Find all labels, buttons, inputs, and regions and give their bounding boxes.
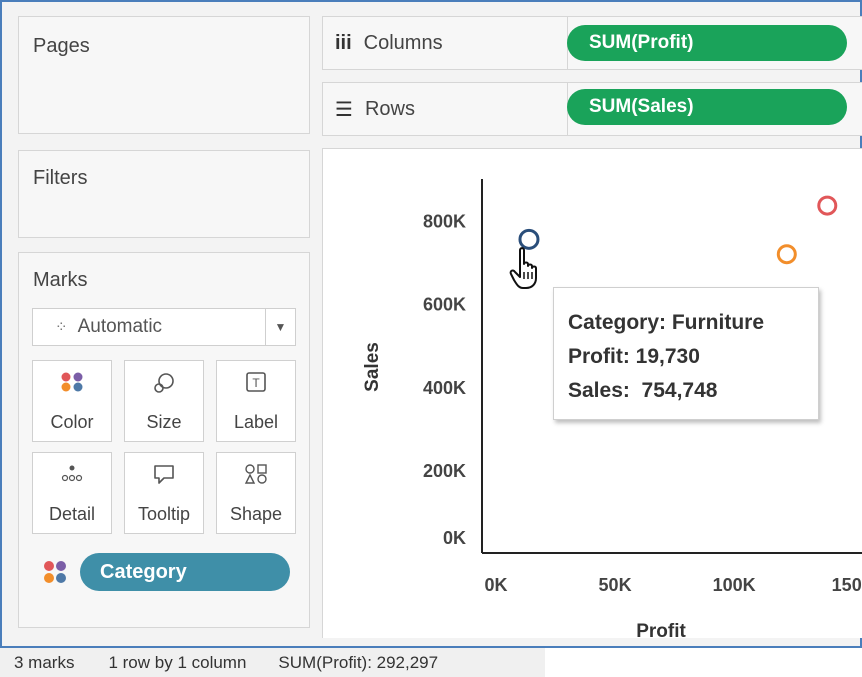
detail-button[interactable]: Detail <box>32 452 112 534</box>
scatter-point <box>817 195 838 216</box>
columns-shelf-label: iii Columns <box>335 17 443 69</box>
category-color-pill[interactable]: Category <box>80 553 290 591</box>
tooltip-sales: Sales: 754,748 <box>568 379 718 402</box>
x-tick-label: 100K <box>713 575 756 595</box>
mark-tooltip: Category: Furniture Profit: 19,730 Sales… <box>553 287 819 420</box>
y-axis-title: Sales <box>362 342 383 392</box>
automatic-icon: ⁘ <box>55 319 68 336</box>
chevron-down-icon[interactable]: ▼ <box>265 309 295 345</box>
y-tick-label: 0K <box>443 528 466 548</box>
y-tick-label: 200K <box>423 461 466 481</box>
size-icon <box>154 373 174 393</box>
scatter-point <box>776 244 797 265</box>
pages-title: Pages <box>33 35 90 57</box>
x-tick-label: 0K <box>484 575 507 595</box>
shape-label: Shape <box>229 504 283 524</box>
filters-title: Filters <box>33 167 88 189</box>
label-button[interactable]: T Label <box>216 360 296 442</box>
rows-shelf-label: ☰ Rows <box>335 83 415 135</box>
pages-card[interactable]: Pages <box>18 16 310 134</box>
columns-label: Columns <box>363 31 443 54</box>
tooltip-icon <box>154 465 174 484</box>
mark-type-value: Automatic <box>77 316 163 337</box>
label-label: Label <box>233 412 279 432</box>
y-tick-label: 600K <box>423 295 466 315</box>
workspace-frame: Pages Filters Marks iii Columns SUM(Prof… <box>0 0 862 648</box>
hand-cursor-icon <box>509 247 537 289</box>
marks-title: Marks <box>33 269 88 291</box>
color-icon <box>61 372 83 392</box>
status-rows-columns: 1 row by 1 column <box>108 652 247 672</box>
status-sum-profit: SUM(Profit): 292,297 <box>278 652 439 672</box>
shape-button[interactable]: Shape <box>216 452 296 534</box>
color-button[interactable]: Color <box>32 360 112 442</box>
color-encoding-icon <box>44 561 66 583</box>
label-icon: T <box>246 372 266 392</box>
y-tick-label: 800K <box>423 212 466 232</box>
rows-label: Rows <box>364 97 415 120</box>
x-tick-label: 50K <box>599 575 632 595</box>
size-label: Size <box>146 412 182 432</box>
rows-icon: ☰ <box>335 98 353 121</box>
tooltip-button[interactable]: Tooltip <box>124 452 204 534</box>
status-bar: 3 marks 1 row by 1 column SUM(Profit): 2… <box>0 648 545 677</box>
shape-icon <box>244 464 267 484</box>
size-button[interactable]: Size <box>124 360 204 442</box>
rows-pill-sum-sales[interactable]: SUM(Sales) <box>567 89 847 125</box>
tooltip-category: Category: Furniture <box>568 311 765 334</box>
x-tick-label: 150K <box>832 575 862 595</box>
tooltip-label: Tooltip <box>137 504 191 524</box>
detail-icon <box>61 465 83 482</box>
filters-card[interactable]: Filters <box>18 150 310 238</box>
columns-icon: iii <box>335 31 352 54</box>
y-tick-label: 400K <box>423 378 466 398</box>
x-axis-title: Profit <box>636 621 686 639</box>
mark-type-dropdown[interactable]: ⁘ Automatic ▼ <box>32 308 296 346</box>
svg-text:T: T <box>252 376 260 390</box>
color-label: Color <box>50 412 94 432</box>
status-marks-count: 3 marks <box>14 652 75 672</box>
tooltip-profit: Profit: 19,730 <box>568 345 700 368</box>
detail-label: Detail <box>48 504 96 524</box>
columns-pill-sum-profit[interactable]: SUM(Profit) <box>567 25 847 61</box>
